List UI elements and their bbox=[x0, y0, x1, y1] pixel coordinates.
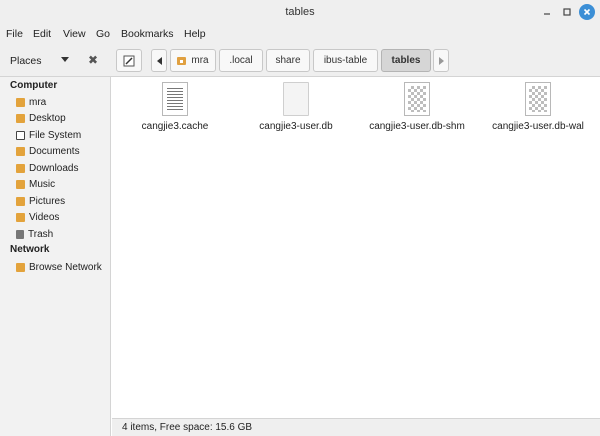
file-name: cangjie3-user.db-shm bbox=[369, 121, 465, 132]
sidebar-item-trash[interactable]: Trash bbox=[16, 227, 53, 241]
menu-file[interactable]: File bbox=[6, 28, 23, 40]
documents-folder-icon bbox=[16, 146, 25, 156]
sidebar-item-mra[interactable]: mra bbox=[16, 95, 46, 109]
menu-edit[interactable]: Edit bbox=[33, 28, 51, 40]
folder-icon bbox=[16, 113, 25, 123]
sidebar-item-downloads[interactable]: Downloads bbox=[16, 161, 78, 175]
file-name: cangjie3-user.db-wal bbox=[492, 121, 584, 132]
path-back-button[interactable] bbox=[151, 49, 167, 72]
breadcrumb-share[interactable]: share bbox=[266, 49, 310, 72]
maximize-icon bbox=[563, 8, 571, 16]
file-view[interactable]: cangjie3.cache cangjie3-user.db cangjie3… bbox=[112, 77, 600, 418]
chevron-left-icon bbox=[156, 56, 162, 65]
breadcrumb-ibus-table[interactable]: ibus-table bbox=[313, 49, 378, 72]
toggle-location-entry-button[interactable] bbox=[116, 49, 142, 72]
downloads-folder-icon bbox=[16, 163, 25, 173]
close-sidebar-icon[interactable]: ✖ bbox=[88, 53, 98, 67]
breadcrumb-tables[interactable]: tables bbox=[381, 49, 431, 72]
status-text: 4 items, Free space: 15.6 GB bbox=[122, 422, 253, 433]
sidebar-item-pictures[interactable]: Pictures bbox=[16, 194, 65, 208]
menu-bar: File Edit View Go Bookmarks Help bbox=[0, 24, 600, 44]
binary-file-icon bbox=[525, 82, 551, 116]
sidebar-item-browse-network[interactable]: Browse Network bbox=[16, 260, 102, 274]
close-window-button[interactable] bbox=[579, 4, 595, 20]
videos-folder-icon bbox=[16, 212, 25, 222]
sidebar-section-computer: Computer bbox=[10, 80, 58, 91]
binary-file-icon bbox=[404, 82, 430, 116]
sidebar-item-music[interactable]: Music bbox=[16, 177, 55, 191]
music-folder-icon bbox=[16, 179, 25, 189]
maximize-button[interactable] bbox=[559, 4, 575, 20]
file-name: cangjie3-user.db bbox=[259, 121, 333, 132]
window-title: tables bbox=[285, 6, 315, 18]
menu-view[interactable]: View bbox=[63, 28, 86, 40]
file-item[interactable]: cangjie3.cache bbox=[120, 82, 230, 132]
breadcrumb-label: mra bbox=[191, 55, 209, 66]
sidebar-item-documents[interactable]: Documents bbox=[16, 144, 80, 158]
breadcrumb-local[interactable]: .local bbox=[219, 49, 263, 72]
home-icon bbox=[177, 56, 187, 65]
menu-bookmarks[interactable]: Bookmarks bbox=[121, 28, 174, 40]
chevron-right-icon bbox=[438, 56, 444, 65]
close-icon bbox=[583, 8, 591, 16]
title-bar: tables bbox=[0, 0, 600, 24]
pictures-folder-icon bbox=[16, 196, 25, 206]
menu-help[interactable]: Help bbox=[184, 28, 206, 40]
file-name: cangjie3.cache bbox=[141, 121, 209, 132]
status-bar: 4 items, Free space: 15.6 GB bbox=[112, 418, 600, 436]
toolbar: Places ✖ mra .local share ibus-table tab… bbox=[0, 44, 600, 77]
network-icon bbox=[16, 262, 25, 272]
sidebar-item-videos[interactable]: Videos bbox=[16, 210, 59, 224]
path-forward-button[interactable] bbox=[433, 49, 449, 72]
minimize-icon bbox=[544, 13, 550, 15]
sidebar-item-desktop[interactable]: Desktop bbox=[16, 111, 66, 125]
minimize-button[interactable] bbox=[539, 4, 555, 20]
sidebar-item-file-system[interactable]: File System bbox=[16, 128, 81, 142]
breadcrumb-mra[interactable]: mra bbox=[170, 49, 216, 72]
file-item[interactable]: cangjie3-user.db-wal bbox=[483, 82, 593, 132]
file-item[interactable]: cangjie3-user.db bbox=[241, 82, 351, 132]
chevron-down-icon[interactable] bbox=[61, 57, 69, 62]
text-document-icon bbox=[162, 82, 188, 116]
trash-icon bbox=[16, 229, 24, 239]
file-item[interactable]: cangjie3-user.db-shm bbox=[362, 82, 472, 132]
sidebar-section-network: Network bbox=[10, 244, 50, 255]
menu-go[interactable]: Go bbox=[96, 28, 110, 40]
places-sidebar: Computer mra Desktop File System Documen… bbox=[0, 77, 111, 436]
places-selector-label[interactable]: Places bbox=[10, 55, 42, 67]
blank-document-icon bbox=[283, 82, 309, 116]
home-folder-icon bbox=[16, 97, 25, 107]
edit-icon bbox=[123, 55, 135, 66]
file-system-icon bbox=[16, 130, 25, 140]
